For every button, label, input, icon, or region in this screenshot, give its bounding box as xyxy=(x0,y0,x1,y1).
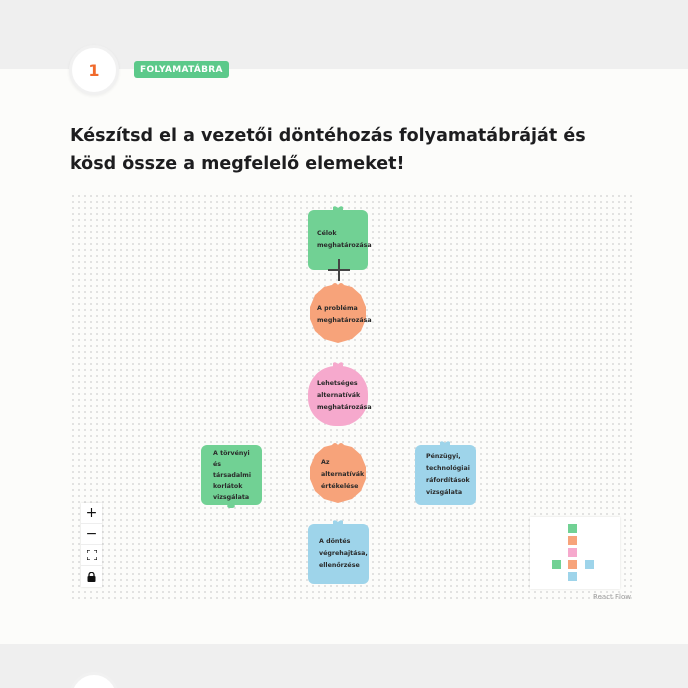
node-label: Az alternatívák értékelése xyxy=(321,459,365,490)
node-problema[interactable]: A probléma meghatározása xyxy=(308,283,372,345)
top-handle-icon[interactable] xyxy=(332,519,344,526)
minimap-node xyxy=(568,524,577,533)
node-penzugyi[interactable]: Pénzügyi, technológiai ráfordítások vizsgál… xyxy=(415,441,476,505)
plus-icon: + xyxy=(85,505,98,521)
minimap-node xyxy=(552,560,561,569)
crosshair-cursor-icon xyxy=(328,259,350,281)
flow-controls: + − xyxy=(81,503,102,587)
node-label: A döntés végrehajtása, ellenőrzése xyxy=(319,538,368,569)
minimap-node xyxy=(585,560,594,569)
minimap-node xyxy=(568,536,577,545)
node-lehetseges[interactable]: Lehetséges alternatívák meghatározása xyxy=(308,362,372,426)
top-handle-icon[interactable] xyxy=(332,361,344,368)
minimap-node xyxy=(568,572,577,581)
zoom-out-button[interactable]: − xyxy=(81,524,102,545)
zoom-in-button[interactable]: + xyxy=(81,503,102,524)
node-label: Lehetséges alternatívák meghatározása xyxy=(317,380,372,411)
top-handle-icon[interactable] xyxy=(439,440,451,447)
node-alternativak[interactable]: Az alternatívák értékelése xyxy=(308,443,368,505)
minimap-node xyxy=(568,560,577,569)
fit-view-icon xyxy=(86,550,97,560)
node-label: Pénzügyi, technológiai ráfordítások vizsgál… xyxy=(426,453,470,496)
exercise-type-tag: FOLYAMATÁBRA xyxy=(134,61,229,78)
exercise-title: Készítsd el a vezetői döntéhozás folyama… xyxy=(70,126,586,174)
flow-canvas[interactable]: Célok meghatározása A probléma meghatározá… xyxy=(70,193,636,603)
node-torvenyi[interactable]: A törvényi és társadalmi korlátok vizsgálata xyxy=(201,445,262,508)
fit-view-button[interactable] xyxy=(81,545,102,566)
step-number-badge: 1 xyxy=(69,45,119,95)
react-flow-attribution[interactable]: React Flow xyxy=(593,593,631,601)
node-label: A probléma meghatározása xyxy=(317,305,372,324)
minimap-node xyxy=(568,548,577,557)
bottom-handle-icon[interactable] xyxy=(227,503,235,508)
node-label: A törvényi és társadalmi korlátok vizsgálata xyxy=(213,449,251,501)
top-handle-icon[interactable] xyxy=(332,205,344,212)
lock-icon xyxy=(87,571,96,582)
minus-icon: − xyxy=(85,526,98,542)
node-label: Célok meghatározása xyxy=(317,230,372,249)
minimap[interactable] xyxy=(530,517,620,589)
node-dontes[interactable]: A döntés végrehajtása, ellenőrzése xyxy=(308,520,369,584)
lock-button[interactable] xyxy=(81,566,102,587)
